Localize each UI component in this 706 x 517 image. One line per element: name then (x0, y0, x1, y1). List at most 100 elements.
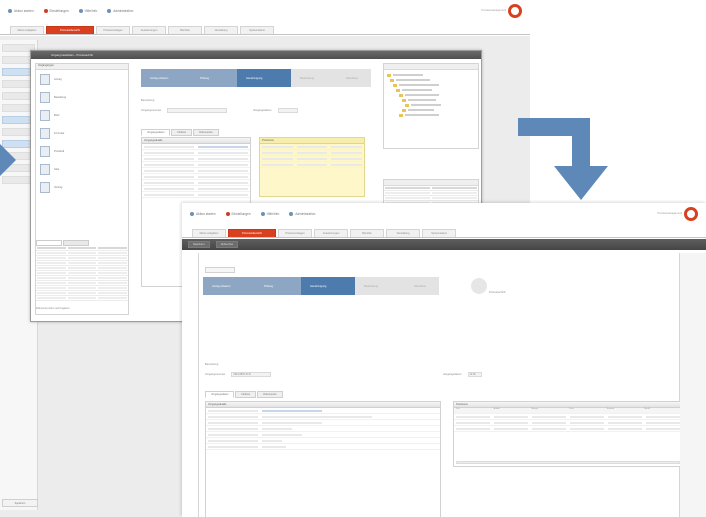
settings-icon (225, 212, 230, 216)
doc-type-item[interactable]: Formular (36, 124, 128, 142)
process-step[interactable]: Prüfung (191, 69, 237, 87)
date-field[interactable] (277, 107, 298, 113)
form-row: Bemerkung (141, 98, 155, 102)
process-step[interactable]: Abschluss (337, 69, 371, 87)
tab-reports[interactable]: Auswertungen (132, 26, 166, 34)
tab-case-data[interactable]: Vorgangsdaten (141, 129, 171, 136)
tab-documents[interactable]: Berichte (350, 229, 384, 237)
doc-type-item[interactable]: Akte (36, 160, 128, 178)
document-icon (40, 163, 50, 175)
folder-icon (402, 98, 406, 102)
tree-node[interactable] (387, 83, 475, 87)
document-icon (40, 181, 50, 193)
tree-node[interactable] (387, 98, 475, 102)
detail-tabs: Vorgangsdaten Notizen Dokumente (141, 129, 219, 136)
toolbar-item-admin[interactable]: Administration (107, 9, 133, 13)
details-grid: Vorgangsdetails (205, 401, 441, 517)
folder-icon (393, 83, 397, 87)
toolbar-item-start[interactable]: Aktion starten (190, 212, 216, 216)
table-row[interactable] (260, 162, 364, 168)
process-step[interactable]: Abschluss (405, 277, 439, 295)
toolbar-item-help[interactable]: Hilfe/Info (78, 9, 97, 13)
doc-type-item[interactable]: Vertrag (36, 178, 128, 196)
order-number-field[interactable]: 2014-0815-4711 (231, 371, 272, 377)
tab-admin[interactable]: Verwaltung (386, 229, 420, 237)
step-caption: Prozessschritt (489, 291, 506, 294)
tree-node[interactable] (387, 73, 475, 77)
step-status-icon (471, 278, 487, 294)
main-nav-tabs: Meine Aufgaben Prozessübersicht Prozessv… (182, 229, 706, 238)
bottom-button[interactable]: Speichern (2, 499, 38, 507)
toolbar-item-settings[interactable]: Einstellungen (43, 9, 69, 13)
horizontal-scrollbar[interactable] (456, 461, 680, 464)
tab-documents[interactable]: Dokumente (193, 129, 219, 136)
document-icon (40, 91, 50, 103)
process-step[interactable]: Prüfung (255, 277, 301, 295)
flow-arrow-down-icon (518, 118, 608, 200)
tab-process-overview[interactable]: Prozessübersicht (228, 229, 276, 237)
form-row: Vorgangsnummer 2014-0815-4711 Eingangsda… (205, 371, 482, 377)
tree-node[interactable] (387, 93, 475, 97)
tab-notes[interactable]: Notizen (235, 391, 257, 398)
folder-icon (399, 113, 403, 117)
tree-node[interactable] (387, 78, 475, 82)
brand-logo-icon (508, 4, 522, 18)
tree-node[interactable] (387, 88, 475, 92)
plus-icon (8, 9, 12, 13)
tab-my-tasks[interactable]: Meine Aufgaben (192, 229, 226, 237)
table-row[interactable] (454, 426, 682, 432)
document-type-panel: Vorgangstypen Antrag Bestellung Brief Fo… (35, 63, 129, 315)
process-detail-view: Antrag erfassen Prüfung Genehmigung Bear… (198, 253, 683, 517)
table-row[interactable] (206, 444, 440, 450)
process-step[interactable]: Bearbeitung (291, 69, 337, 87)
table-row[interactable] (142, 192, 250, 198)
order-number-field[interactable] (167, 107, 228, 113)
doc-type-item[interactable]: Protokoll (36, 142, 128, 160)
process-step-current[interactable]: Genehmigung (301, 277, 355, 295)
cancel-button[interactable]: Abbrechen (215, 241, 239, 248)
tab-notes[interactable]: Notizen (171, 129, 193, 136)
doc-type-item[interactable]: Brief (36, 106, 128, 124)
tree-node[interactable] (387, 108, 475, 112)
tab-reports[interactable]: Auswertungen (314, 229, 348, 237)
right-scroll-gutter (680, 253, 706, 517)
process-step[interactable]: Antrag erfassen (141, 69, 191, 87)
toolbar-item-settings[interactable]: Einstellungen (225, 212, 251, 216)
tab-my-tasks[interactable]: Meine Aufgaben (10, 26, 44, 34)
positions-grid-highlighted: Positionen (259, 137, 365, 197)
brand-logo-icon (684, 207, 698, 221)
table-row[interactable] (36, 296, 128, 301)
date-field[interactable]: 12.03. (467, 371, 482, 377)
toolbar-item-admin[interactable]: Administration (289, 212, 315, 216)
toolbar-item-help[interactable]: Hilfe/Info (260, 212, 279, 216)
tree-node[interactable] (387, 103, 475, 107)
process-step-bar: Antrag erfassen Prüfung Genehmigung Bear… (203, 277, 439, 295)
tab-history[interactable] (63, 240, 89, 246)
document-icon (40, 109, 50, 121)
tab-status[interactable]: Systemstatus (422, 229, 456, 237)
tab-process-overview[interactable]: Prozessübersicht (46, 26, 94, 34)
form-row: Bemerkung (205, 362, 219, 366)
tab-documents[interactable]: Dokumente (257, 391, 283, 398)
tab-assignments[interactable] (36, 240, 62, 246)
tab-documents[interactable]: Berichte (168, 26, 202, 34)
tab-templates[interactable]: Prozessvorlagen (96, 26, 130, 34)
assignment-table: Dokument prüfen und freigeben (36, 240, 128, 310)
tree-node[interactable] (387, 113, 475, 117)
process-step[interactable]: Bearbeitung (355, 277, 405, 295)
top-toolbar: Aktion starten Einstellungen Hilfe/Info … (0, 0, 530, 22)
breadcrumb[interactable] (205, 267, 235, 273)
logo-caption: Prozessmanagement (481, 9, 506, 12)
process-step[interactable]: Antrag erfassen (203, 277, 255, 295)
tab-admin[interactable]: Verwaltung (204, 26, 238, 34)
tab-templates[interactable]: Prozessvorlagen (278, 229, 312, 237)
status-caption: Dokument prüfen und freigeben (36, 307, 70, 310)
save-button[interactable]: Speichern (188, 241, 210, 248)
tab-case-data[interactable]: Vorgangsdaten (205, 391, 235, 398)
process-step-current[interactable]: Genehmigung (237, 69, 291, 87)
doc-type-item[interactable]: Antrag (36, 70, 128, 88)
tab-status[interactable]: Systemstatus (240, 26, 274, 34)
folder-tree (383, 63, 479, 149)
toolbar-item-start[interactable]: Aktion starten (8, 9, 34, 13)
doc-type-item[interactable]: Bestellung (36, 88, 128, 106)
